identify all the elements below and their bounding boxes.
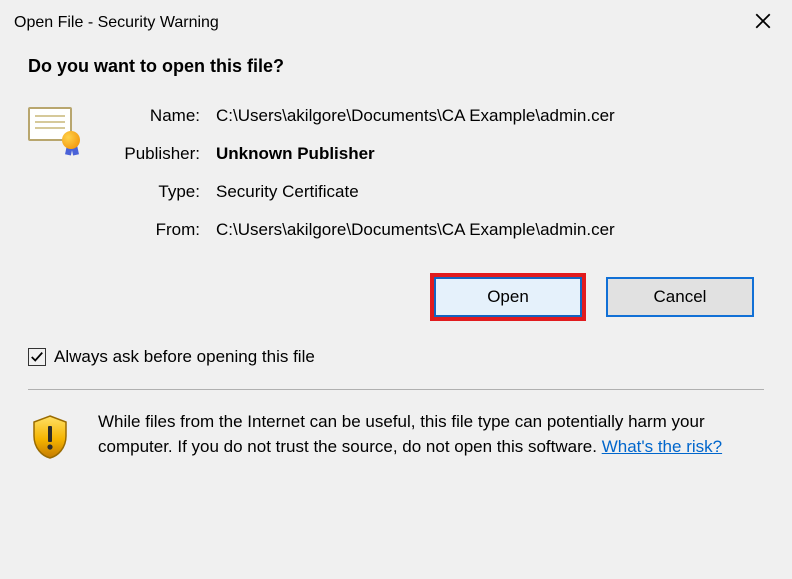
detail-row-type: Type: Security Certificate: [94, 181, 764, 203]
name-value: C:\Users\akilgore\Documents\CA Example\a…: [216, 105, 764, 127]
detail-row-from: From: C:\Users\akilgore\Documents\CA Exa…: [94, 219, 764, 241]
file-details: Name: C:\Users\akilgore\Documents\CA Exa…: [94, 105, 764, 257]
security-warning-dialog: Open File - Security Warning Do you want…: [0, 0, 792, 579]
divider: [28, 389, 764, 390]
button-row: Open Cancel: [28, 277, 764, 317]
content-area: Do you want to open this file? Name: C:\…: [0, 46, 792, 465]
shield-warning-icon: [28, 410, 76, 465]
close-icon[interactable]: [748, 12, 778, 34]
window-title: Open File - Security Warning: [14, 14, 219, 32]
type-value: Security Certificate: [216, 181, 764, 203]
from-label: From:: [94, 219, 216, 241]
always-ask-row[interactable]: Always ask before opening this file: [28, 347, 764, 367]
always-ask-checkbox[interactable]: [28, 348, 46, 366]
from-value: C:\Users\akilgore\Documents\CA Example\a…: [216, 219, 764, 241]
warning-section: While files from the Internet can be use…: [28, 410, 764, 465]
titlebar: Open File - Security Warning: [0, 0, 792, 46]
file-info-section: Name: C:\Users\akilgore\Documents\CA Exa…: [28, 105, 764, 257]
cancel-button[interactable]: Cancel: [606, 277, 754, 317]
certificate-icon: [28, 105, 94, 151]
detail-row-publisher: Publisher: Unknown Publisher: [94, 143, 764, 165]
dialog-heading: Do you want to open this file?: [28, 56, 764, 77]
publisher-value: Unknown Publisher: [216, 143, 764, 165]
always-ask-label: Always ask before opening this file: [54, 347, 315, 367]
warning-text: While files from the Internet can be use…: [98, 410, 734, 459]
detail-row-name: Name: C:\Users\akilgore\Documents\CA Exa…: [94, 105, 764, 127]
name-label: Name:: [94, 105, 216, 127]
risk-link[interactable]: What's the risk?: [602, 437, 722, 456]
publisher-label: Publisher:: [94, 143, 216, 165]
open-button[interactable]: Open: [434, 277, 582, 317]
type-label: Type:: [94, 181, 216, 203]
